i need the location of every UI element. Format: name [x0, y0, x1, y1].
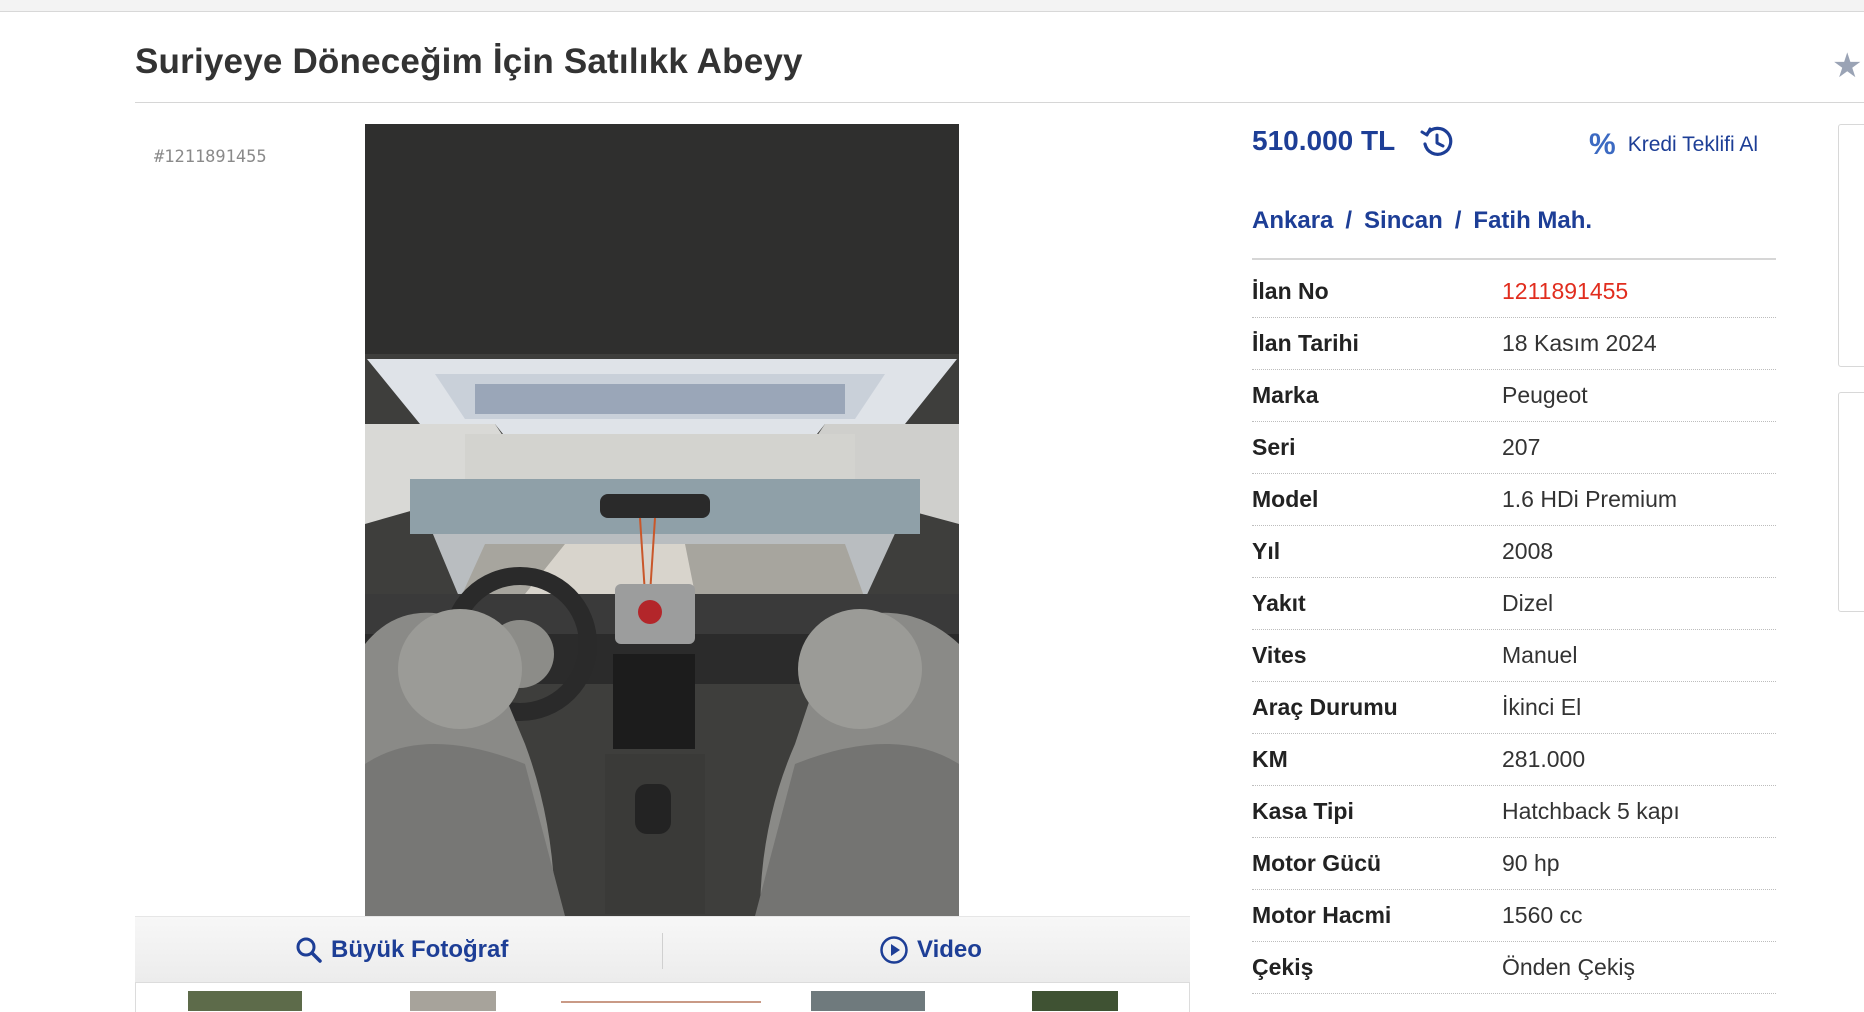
spec-value: 207: [1502, 434, 1541, 460]
spec-value: Önden Çekiş: [1502, 954, 1635, 980]
credit-offer-label: Kredi Teklifi Al: [1627, 133, 1759, 156]
spec-row-kasa-tipi: Kasa Tipi Hatchback 5 kapı: [1252, 786, 1776, 838]
spec-label: Çekiş: [1252, 954, 1314, 980]
breadcrumb-divider: [1252, 258, 1776, 260]
side-panel: [1838, 392, 1864, 612]
listing-title: Suriyeye Döneceğim İçin Satılıkk Abeyy: [135, 42, 803, 81]
spec-label: Seri: [1252, 434, 1296, 460]
spec-row-yil: Yıl 2008: [1252, 526, 1776, 578]
action-separator: [662, 933, 663, 969]
spec-value: 2008: [1502, 538, 1554, 564]
spec-value: 1211891455: [1502, 278, 1629, 304]
spec-value: Peugeot: [1502, 382, 1588, 408]
main-photo[interactable]: [365, 124, 959, 916]
side-panel: [1838, 124, 1864, 367]
video-button[interactable]: Video: [879, 934, 982, 966]
spec-row-motor-hacmi: Motor Hacmi 1560 cc: [1252, 890, 1776, 942]
favorite-star-icon[interactable]: ★: [1832, 46, 1862, 86]
spec-label: İlan Tarihi: [1252, 330, 1359, 356]
spec-row-ilan-tarihi: İlan Tarihi 18 Kasım 2024: [1252, 318, 1776, 370]
spec-row-marka: Marka Peugeot: [1252, 370, 1776, 422]
location-breadcrumb: Ankara / Sincan / Fatih Mah.: [1252, 207, 1592, 235]
spec-row-ilan-no: İlan No 1211891455: [1252, 266, 1776, 318]
breadcrumb-separator: /: [1454, 207, 1462, 234]
thumbnail[interactable]: [188, 991, 302, 1011]
spec-value: Manuel: [1502, 642, 1578, 668]
spec-row-motor-gucu: Motor Gücü 90 hp: [1252, 838, 1776, 890]
ad-number-tag: #1211891455: [154, 147, 267, 167]
large-photo-button[interactable]: Büyük Fotoğraf: [295, 934, 508, 966]
price-history-icon[interactable]: [1419, 124, 1455, 160]
spec-row-arac-durumu: Araç Durumu İkinci El: [1252, 682, 1776, 734]
thumbnail[interactable]: [811, 991, 925, 1011]
video-label: Video: [917, 936, 982, 963]
spec-value: İkinci El: [1502, 694, 1582, 720]
spec-row-vites: Vites Manuel: [1252, 630, 1776, 682]
price: 510.000 TL: [1252, 125, 1396, 156]
spec-label: Motor Gücü: [1252, 850, 1382, 876]
breadcrumb-city[interactable]: Ankara: [1252, 207, 1333, 234]
spec-row-km: KM 281.000: [1252, 734, 1776, 786]
thumbnail[interactable]: [1032, 991, 1118, 1011]
spec-label: Vites: [1252, 642, 1307, 668]
breadcrumb-district[interactable]: Sincan: [1364, 207, 1443, 234]
browser-top-bar: [0, 0, 1864, 12]
spec-value: 18 Kasım 2024: [1502, 330, 1657, 356]
spec-row-yakit: Yakıt Dizel: [1252, 578, 1776, 630]
spec-table: İlan No 1211891455 İlan Tarihi 18 Kasım …: [1252, 266, 1776, 994]
spec-value: 1560 cc: [1502, 902, 1583, 928]
magnifier-icon: [296, 937, 322, 963]
breadcrumb-separator: /: [1345, 207, 1353, 234]
spec-label: İlan No: [1252, 278, 1329, 304]
large-photo-label: Büyük Fotoğraf: [331, 936, 509, 963]
percent-icon: %: [1589, 128, 1616, 161]
spec-label: Yıl: [1252, 538, 1281, 564]
credit-offer-link[interactable]: % Kredi Teklifi Al: [1589, 128, 1758, 162]
spec-label: Model: [1252, 486, 1319, 512]
spec-label: Yakıt: [1252, 590, 1306, 616]
spec-label: Araç Durumu: [1252, 694, 1398, 720]
breadcrumb-neighborhood[interactable]: Fatih Mah.: [1473, 207, 1592, 234]
thumbnail[interactable]: [410, 991, 496, 1011]
spec-label: KM: [1252, 746, 1288, 772]
spec-value: 90 hp: [1502, 850, 1560, 876]
photo-action-bar: Büyük Fotoğraf Video: [135, 916, 1190, 982]
spec-row-model: Model 1.6 HDi Premium: [1252, 474, 1776, 526]
spec-label: Marka: [1252, 382, 1319, 408]
spec-label: Motor Hacmi: [1252, 902, 1392, 928]
spec-row-seri: Seri 207: [1252, 422, 1776, 474]
spec-value: Dizel: [1502, 590, 1554, 616]
thumbnail-strip: [135, 982, 1190, 1012]
play-circle-icon: [880, 936, 908, 964]
spec-label: Kasa Tipi: [1252, 798, 1354, 824]
spec-value: Hatchback 5 kapı: [1502, 798, 1680, 824]
spec-value: 281.000: [1502, 746, 1586, 772]
car-interior-photo: [365, 124, 959, 916]
spec-row-cekis: Çekiş Önden Çekiş: [1252, 942, 1776, 994]
thumbnail[interactable]: [561, 1001, 761, 1003]
spec-value: 1.6 HDi Premium: [1502, 486, 1678, 512]
title-divider: [135, 102, 1864, 103]
